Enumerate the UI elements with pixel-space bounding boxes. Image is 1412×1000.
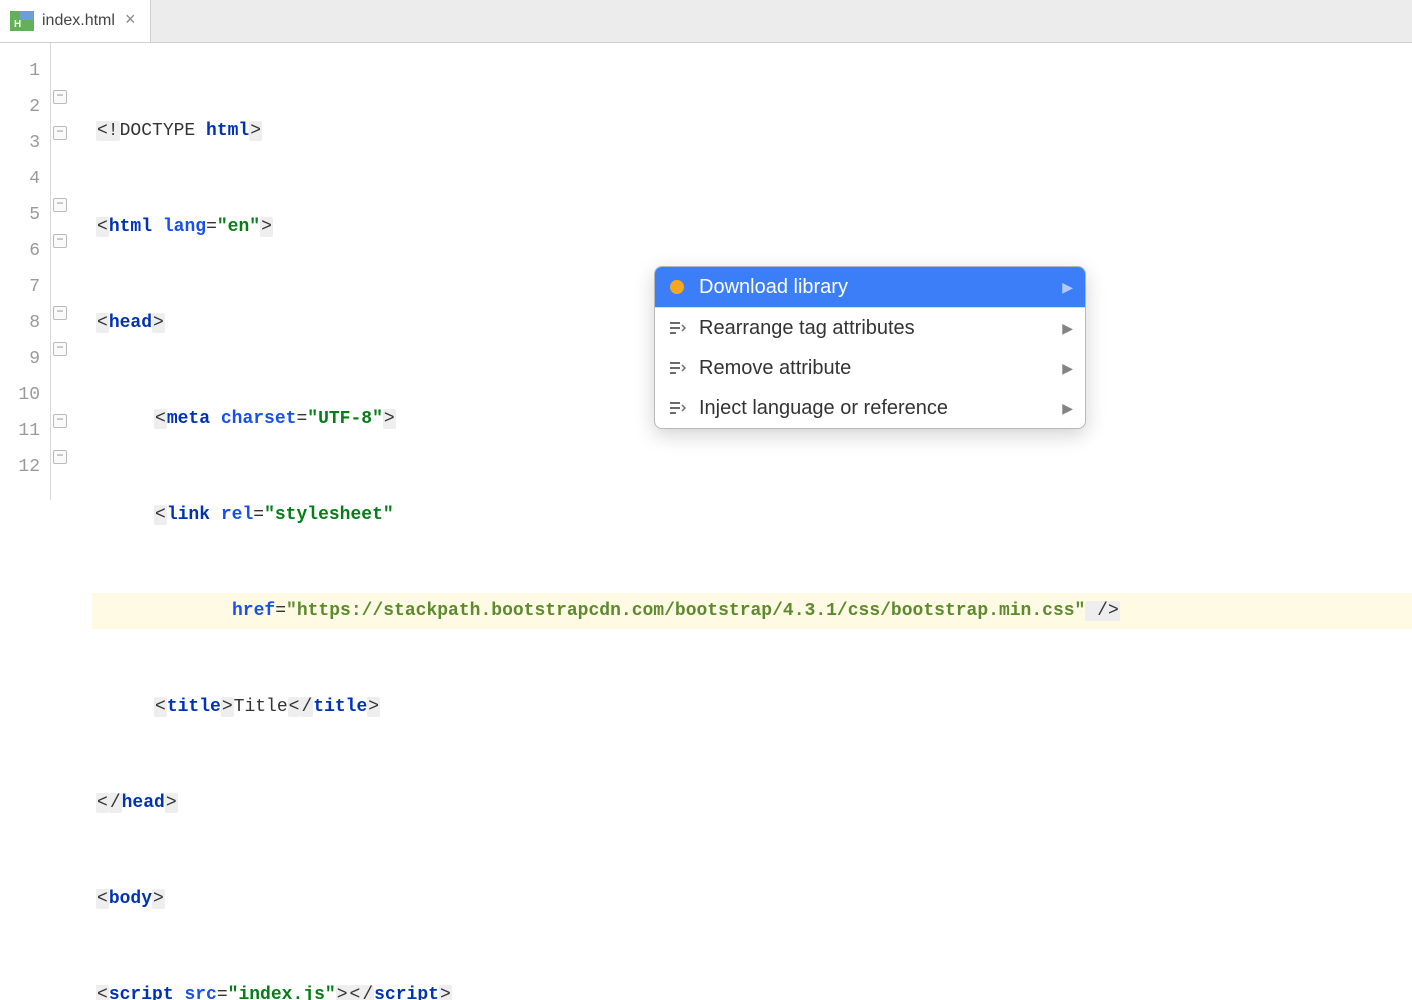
line-number: 3 <box>0 125 40 161</box>
edit-icon <box>667 318 687 338</box>
line-number: 6 <box>0 233 40 269</box>
fold-gutter: − − − − − − − − <box>50 43 92 500</box>
svg-text:H: H <box>14 19 21 30</box>
fold-toggle-icon[interactable]: − <box>53 234 67 248</box>
chevron-right-icon: ▶ <box>1062 360 1073 377</box>
line-number: 8 <box>0 305 40 341</box>
code-line: <title>Title</title> <box>92 689 1412 725</box>
line-number: 11 <box>0 413 40 449</box>
tab-bar: H index.html × <box>0 0 1412 43</box>
html-file-icon: H <box>10 11 34 31</box>
chevron-right-icon: ▶ <box>1062 320 1073 337</box>
fold-toggle-icon[interactable]: − <box>53 198 67 212</box>
line-number: 12 <box>0 449 40 485</box>
line-gutter: 1 2 3 4 5 6 7 8 9 10 11 12 <box>0 43 50 500</box>
edit-icon <box>667 358 687 378</box>
intention-actions-popup: Download library ▶ Rearrange tag attribu… <box>654 266 1086 429</box>
menu-item-label: Remove attribute <box>699 357 1050 380</box>
menu-item-inject-language[interactable]: Inject language or reference ▶ <box>655 388 1085 428</box>
line-number: 9 <box>0 341 40 377</box>
fold-toggle-icon[interactable]: − <box>53 414 67 428</box>
file-tab[interactable]: H index.html × <box>0 0 151 42</box>
code-line: </head> <box>92 785 1412 821</box>
menu-item-rearrange-attributes[interactable]: Rearrange tag attributes ▶ <box>655 308 1085 348</box>
menu-item-label: Rearrange tag attributes <box>699 317 1050 340</box>
lightbulb-icon <box>667 277 687 297</box>
code-line: <body> <box>92 881 1412 917</box>
menu-item-download-library[interactable]: Download library ▶ <box>655 267 1085 307</box>
code-line: <!DOCTYPE html> <box>92 113 1412 149</box>
code-line-active: href="https://stackpath.bootstrapcdn.com… <box>92 593 1412 629</box>
line-number: 2 <box>0 89 40 125</box>
line-number: 1 <box>0 53 40 89</box>
fold-toggle-icon[interactable]: − <box>53 126 67 140</box>
fold-toggle-icon[interactable]: − <box>53 90 67 104</box>
menu-item-label: Inject language or reference <box>699 397 1050 420</box>
code-line: <html lang="en"> <box>92 209 1412 245</box>
fold-toggle-icon[interactable]: − <box>53 342 67 356</box>
menu-item-label: Download library <box>699 276 1050 299</box>
code-line: <script src="index.js"></script> <box>92 977 1412 1000</box>
line-number: 7 <box>0 269 40 305</box>
close-icon[interactable]: × <box>123 12 138 30</box>
code-line: <link rel="stylesheet" <box>92 497 1412 533</box>
edit-icon <box>667 398 687 418</box>
tab-filename: index.html <box>42 12 115 30</box>
line-number: 10 <box>0 377 40 413</box>
fold-toggle-icon[interactable]: − <box>53 450 67 464</box>
line-number: 5 <box>0 197 40 233</box>
fold-toggle-icon[interactable]: − <box>53 306 67 320</box>
menu-item-remove-attribute[interactable]: Remove attribute ▶ <box>655 348 1085 388</box>
chevron-right-icon: ▶ <box>1062 279 1073 296</box>
line-number: 4 <box>0 161 40 197</box>
chevron-right-icon: ▶ <box>1062 400 1073 417</box>
